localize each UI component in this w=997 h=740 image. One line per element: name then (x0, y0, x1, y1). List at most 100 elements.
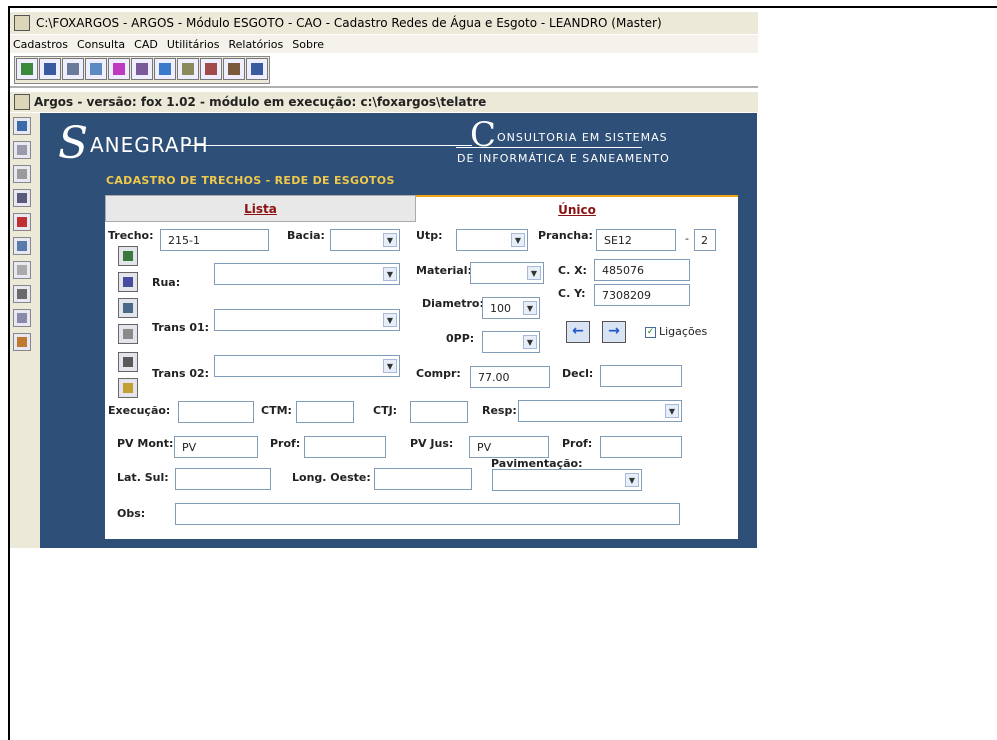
decl-label: Decl: (562, 367, 594, 380)
utp-label: Utp: (416, 229, 443, 242)
new-record-icon[interactable] (13, 117, 31, 135)
separator (10, 86, 758, 88)
resp-label: Resp: (482, 404, 517, 417)
trans01-select[interactable]: ▼ (214, 309, 400, 331)
window-title: C:\FOXARGOS - ARGOS - Módulo ESGOTO - CA… (36, 16, 662, 30)
monitor-icon[interactable] (85, 58, 107, 80)
save-icon[interactable] (200, 58, 222, 80)
long-oeste-field[interactable] (374, 468, 472, 490)
menu-relatorios[interactable]: Relatórios (228, 38, 283, 51)
previous-arrow-icon[interactable]: ← (566, 321, 590, 343)
save-record-icon[interactable] (13, 141, 31, 159)
window-icon[interactable] (39, 58, 61, 80)
menu-cad[interactable]: CAD (134, 38, 158, 51)
image-icon[interactable] (118, 352, 138, 372)
prancha-dash: - (685, 232, 689, 245)
blank-icon[interactable] (13, 165, 31, 183)
chevron-down-icon[interactable]: ▼ (383, 267, 397, 281)
consultoria-divider (456, 147, 642, 148)
trecho-field[interactable]: 215-1 (160, 229, 269, 251)
ctm-field[interactable] (296, 401, 354, 423)
trans02-label: Trans 02: (152, 367, 210, 380)
list-icon[interactable] (13, 309, 31, 327)
lat-sul-field[interactable] (175, 468, 271, 490)
menu-cadastros[interactable]: Cadastros (13, 38, 68, 51)
ligacoes-checkbox[interactable]: ✓ (645, 327, 656, 338)
opp-label: 0PP: (446, 332, 475, 345)
logo-initial: S (58, 118, 89, 169)
menu-sobre[interactable]: Sobre (292, 38, 324, 51)
globe-icon[interactable] (118, 378, 138, 398)
cx-field[interactable]: 485076 (594, 259, 690, 281)
opp-select[interactable]: ▼ (482, 331, 540, 353)
exit-icon[interactable] (16, 58, 38, 80)
ctj-field[interactable] (410, 401, 468, 423)
next-arrow-icon[interactable]: → (602, 321, 626, 343)
edit-icon[interactable] (118, 272, 138, 292)
copy-icon[interactable] (13, 189, 31, 207)
grid-icon[interactable] (118, 298, 138, 318)
database-icon[interactable] (177, 58, 199, 80)
cx-label: C. X: (558, 264, 587, 277)
chevron-down-icon[interactable]: ▼ (665, 404, 679, 418)
tools-icon[interactable] (13, 333, 31, 351)
chevron-down-icon[interactable]: ▼ (523, 301, 537, 315)
ctm-label: CTM: (261, 404, 292, 417)
menu-consulta[interactable]: Consulta (77, 38, 125, 51)
chevron-down-icon[interactable]: ▼ (527, 266, 541, 280)
resp-select[interactable]: ▼ (518, 400, 682, 422)
cy-field[interactable]: 7308209 (594, 284, 690, 306)
edit-icon[interactable] (131, 58, 153, 80)
prof1-label: Prof: (270, 437, 301, 450)
consultoria-line2: DE INFORMÁTICA E SANEAMENTO (457, 152, 670, 165)
prof2-label: Prof: (562, 437, 593, 450)
camera-icon[interactable] (118, 324, 138, 344)
pv-jus-field[interactable]: PV (469, 436, 549, 458)
pv-mont-field[interactable]: PV (174, 436, 258, 458)
prancha-suffix-field[interactable]: 2 (694, 229, 716, 251)
rua-select[interactable]: ▼ (214, 263, 400, 285)
subwindow-titlebar: Argos - versão: fox 1.02 - módulo em exe… (10, 92, 758, 112)
chevron-down-icon[interactable]: ▼ (511, 233, 525, 247)
tab-lista[interactable]: Lista (105, 195, 416, 222)
trans02-select[interactable]: ▼ (214, 355, 400, 377)
report-icon[interactable] (223, 58, 245, 80)
chevron-down-icon[interactable]: ▼ (523, 335, 537, 349)
pavimentacao-select[interactable]: ▼ (492, 469, 642, 491)
material-label: Material: (416, 264, 472, 277)
print-icon[interactable] (13, 285, 31, 303)
trecho-label: Trecho: (108, 229, 154, 242)
diametro-select[interactable]: 100 ▼ (482, 297, 540, 319)
chevron-down-icon[interactable]: ▼ (383, 313, 397, 327)
prancha-field[interactable]: SE12 (596, 229, 676, 251)
delete-icon[interactable] (13, 213, 31, 231)
diametro-label: Diametro: (422, 297, 484, 310)
pv-jus-label: PV Jus: (410, 437, 454, 450)
prof1-field[interactable] (304, 436, 386, 458)
obs-field[interactable] (175, 503, 680, 525)
form-icon[interactable] (108, 58, 130, 80)
window-titlebar: C:\FOXARGOS - ARGOS - Módulo ESGOTO - CA… (10, 12, 758, 34)
consultoria-initial: C (470, 115, 497, 155)
utp-select[interactable]: ▼ (456, 229, 528, 251)
execucao-field[interactable] (178, 401, 254, 423)
menu-utilitarios[interactable]: Utilitários (167, 38, 220, 51)
compr-field[interactable]: 77.00 (470, 366, 550, 388)
search-icon[interactable] (118, 246, 138, 266)
consultoria-line1: ONSULTORIA EM SISTEMAS (497, 131, 668, 144)
prof2-field[interactable] (600, 436, 682, 458)
undo-icon[interactable] (13, 237, 31, 255)
material-select[interactable]: ▼ (470, 262, 544, 284)
tools-icon[interactable] (154, 58, 176, 80)
decl-field[interactable] (600, 365, 682, 387)
tab-unico[interactable]: Único (416, 195, 738, 222)
bacia-select[interactable]: ▼ (330, 229, 400, 251)
chevron-down-icon[interactable]: ▼ (625, 473, 639, 487)
chevron-down-icon[interactable]: ▼ (383, 359, 397, 373)
check-icon[interactable] (13, 261, 31, 279)
trans01-label: Trans 01: (152, 321, 210, 334)
grid-icon[interactable] (62, 58, 84, 80)
chevron-down-icon[interactable]: ▼ (383, 233, 397, 247)
long-oeste-label: Long. Oeste: (292, 471, 371, 484)
sort-az-icon[interactable] (246, 58, 268, 80)
